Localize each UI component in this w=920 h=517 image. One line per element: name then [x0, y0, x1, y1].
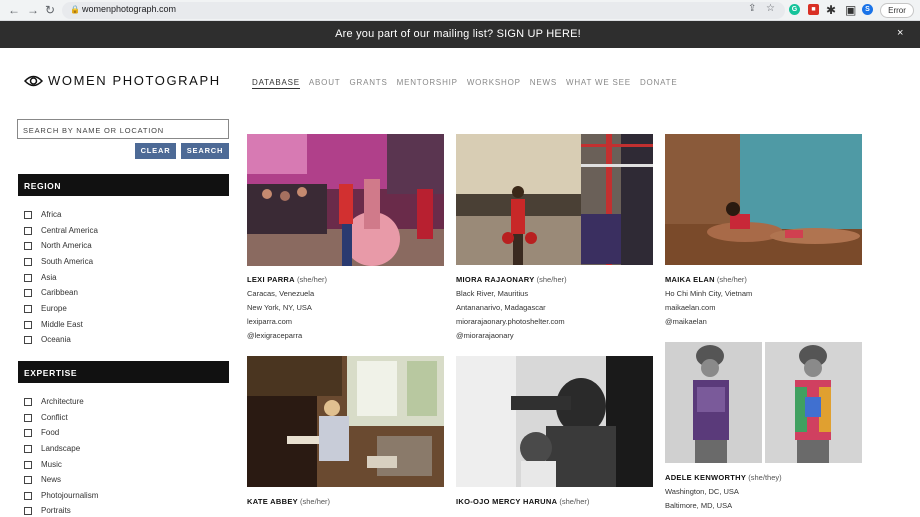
side-panel-icon[interactable]: ▣ [845, 3, 856, 17]
photo-iko-ojo-mercy-haruna[interactable] [456, 356, 653, 487]
checkbox[interactable] [24, 398, 32, 406]
puzzle-extensions-icon[interactable]: ✱ [826, 3, 836, 17]
photographer-name[interactable]: ADELE KENWORTHY [665, 473, 746, 482]
bookmark-star-icon[interactable]: ☆ [766, 3, 775, 14]
checkbox[interactable] [24, 305, 32, 313]
clear-button[interactable]: CLEAR [135, 143, 176, 159]
website-link[interactable]: maikaelan.com [665, 301, 752, 315]
nav-news[interactable]: NEWS [530, 78, 557, 87]
checkbox[interactable] [24, 336, 32, 344]
location: Antananarivo, Madagascar [456, 303, 546, 312]
photographer-name[interactable]: LEXI PARRA [247, 275, 295, 284]
photo-maika-elan[interactable] [665, 134, 862, 265]
checkbox[interactable] [24, 429, 32, 437]
error-button[interactable]: Error [880, 3, 914, 18]
photographer-card: IKO-OJO MERCY HARUNA (she/her) [456, 497, 590, 506]
region-header: REGION [18, 174, 229, 196]
nav-database[interactable]: DATABASE [252, 78, 300, 89]
location: Baltimore, MD, USA [665, 501, 733, 510]
url-text: womenphotograph.com [82, 4, 177, 14]
instagram-link[interactable]: @lexigraceparra [247, 329, 327, 343]
location: New York, NY, USA [247, 303, 312, 312]
back-icon[interactable]: ← [8, 3, 20, 17]
search-input[interactable]: SEARCH BY NAME OR LOCATION [17, 119, 229, 139]
brand-name: WOMEN PHOTOGRAPH [48, 73, 221, 88]
checkbox[interactable] [24, 289, 32, 297]
profile-avatar[interactable]: S [862, 4, 873, 15]
eye-logo-icon [24, 75, 43, 87]
photographer-card: ADELE KENWORTHY (she/they) Washington, D… [665, 471, 782, 513]
address-bar[interactable]: 🔒 womenphotograph.com ⇪ ☆ [62, 2, 785, 19]
location: Ho Chi Minh City, Vietnam [665, 289, 753, 298]
website-link[interactable]: lexiparra.com [247, 315, 327, 329]
website-link[interactable]: miorarajaonary.photoshelter.com [456, 315, 567, 329]
share-icon[interactable]: ⇪ [748, 3, 756, 14]
photo-miora-rajaonary[interactable] [456, 134, 653, 265]
checkbox[interactable] [24, 507, 32, 515]
nav-donate[interactable]: DONATE [640, 78, 678, 87]
checkbox[interactable] [24, 242, 32, 250]
photographer-name[interactable]: MAIKA ELAN [665, 275, 715, 284]
photographer-card: MAIKA ELAN (she/her) Ho Chi Minh City, V… [665, 273, 752, 329]
photographer-card: LEXI PARRA (she/her) Caracas, Venezuela … [247, 273, 327, 343]
search-button[interactable]: SEARCH [181, 143, 229, 159]
photographer-card: KATE ABBEY (she/her) [247, 497, 331, 506]
nav-mentorship[interactable]: MENTORSHIP [397, 78, 458, 87]
grammarly-extension-icon[interactable]: G [789, 4, 800, 15]
photo-lexi-parra[interactable] [247, 134, 444, 266]
photo-kate-abbey[interactable] [247, 356, 444, 487]
checkbox[interactable] [24, 321, 32, 329]
location: Black River, Mauritius [456, 289, 529, 298]
checkbox[interactable] [24, 476, 32, 484]
checkbox[interactable] [24, 461, 32, 469]
nav-grants[interactable]: GRANTS [349, 78, 387, 87]
reload-icon[interactable]: ↻ [45, 3, 55, 17]
checkbox[interactable] [24, 227, 32, 235]
photographer-card: MIORA RAJAONARY (she/her) Black River, M… [456, 273, 567, 343]
checkbox[interactable] [24, 445, 32, 453]
mailing-list-banner: Are you part of our mailing list? SIGN U… [0, 21, 920, 48]
checkbox[interactable] [24, 492, 32, 500]
extension-icon[interactable]: ■ [808, 4, 819, 15]
nav-workshop[interactable]: WORKSHOP [467, 78, 521, 87]
expertise-header: EXPERTISE [18, 361, 229, 383]
nav-about[interactable]: ABOUT [309, 78, 341, 87]
nav-what-we-see[interactable]: WHAT WE SEE [566, 78, 631, 87]
instagram-link[interactable]: @maikaelan [665, 315, 752, 329]
mailing-list-link[interactable]: Are you part of our mailing list? SIGN U… [0, 28, 916, 40]
instagram-link[interactable]: @miorarajaonary [456, 329, 567, 343]
close-icon[interactable]: × [897, 27, 903, 39]
checkbox[interactable] [24, 258, 32, 266]
checkbox[interactable] [24, 274, 32, 282]
main-nav: DATABASE ABOUT GRANTS MENTORSHIP WORKSHOP NEW… [252, 78, 686, 89]
checkbox[interactable] [24, 211, 32, 219]
photographer-name[interactable]: KATE ABBEY [247, 497, 298, 506]
photographer-name[interactable]: IKO-OJO MERCY HARUNA [456, 497, 557, 506]
location: Caracas, Venezuela [247, 289, 315, 298]
photographer-name[interactable]: MIORA RAJAONARY [456, 275, 535, 284]
location: Washington, DC, USA [665, 487, 739, 496]
lock-icon: 🔒 [70, 5, 80, 14]
browser-toolbar: ← → ↻ 🔒 womenphotograph.com ⇪ ☆ G ■ ✱ ▣ … [0, 0, 920, 21]
forward-icon[interactable]: → [27, 3, 39, 17]
photo-adele-kenworthy[interactable] [665, 342, 862, 463]
checkbox[interactable] [24, 414, 32, 422]
